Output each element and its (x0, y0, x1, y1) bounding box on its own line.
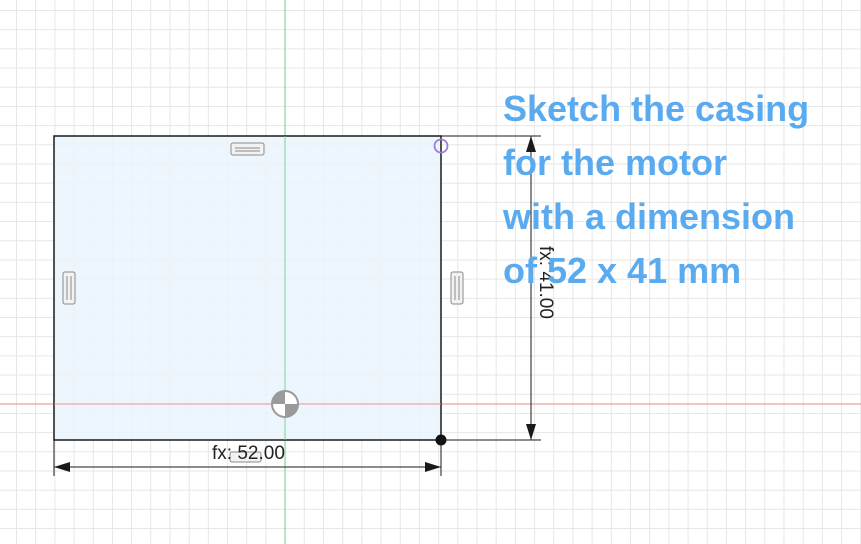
width-dimension[interactable]: fx: 52.00 (53, 440, 442, 476)
width-dimension-label[interactable]: fx: 52.00 (212, 443, 285, 464)
vertical-constraint-left-icon[interactable] (62, 271, 76, 305)
origin-point-icon[interactable] (271, 390, 299, 418)
instruction-line-1: Sketch the casing (503, 88, 810, 129)
instruction-line-2: for the motor (503, 142, 727, 183)
casing-profile-rectangle[interactable] (53, 135, 442, 441)
instruction-line-3: with a dimension (503, 196, 796, 237)
horizontal-constraint-icon[interactable] (230, 142, 265, 156)
instruction-line-4: of 52 x 41 mm (503, 250, 742, 291)
sketch-canvas[interactable]: fx: 52.00 fx: 41.00 Sketch the casing fo… (0, 0, 861, 544)
instruction-overlay: Sketch the casing for the motor with a d… (503, 82, 853, 298)
vertical-constraint-right-icon[interactable] (450, 271, 464, 305)
